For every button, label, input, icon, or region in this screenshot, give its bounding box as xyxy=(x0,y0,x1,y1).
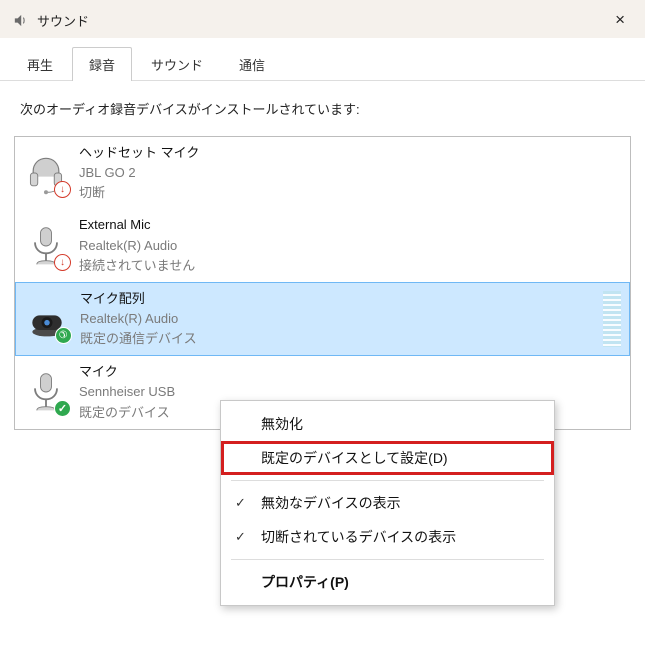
menu-properties[interactable]: プロパティ(P) xyxy=(221,565,554,599)
menu-separator xyxy=(231,480,544,481)
device-text: ヘッドセット マイク JBL GO 2 切断 xyxy=(79,143,620,203)
tab-playback[interactable]: 再生 xyxy=(10,47,70,81)
context-menu: 無効化 既定のデバイスとして設定(D) 無効なデバイスの表示 切断されているデバ… xyxy=(220,400,555,606)
device-row[interactable]: External Mic Realtek(R) Audio 接続されていません xyxy=(15,209,630,281)
prompt-text: 次のオーディオ録音デバイスがインストールされています: xyxy=(14,99,631,118)
tab-sound[interactable]: サウンド xyxy=(134,47,220,81)
titlebar-left: サウンド xyxy=(12,11,89,30)
device-title: マイク xyxy=(79,362,620,382)
device-text: マイク配列 Realtek(R) Audio 既定の通信デバイス xyxy=(80,289,619,349)
device-subtitle: Realtek(R) Audio xyxy=(79,236,620,256)
device-status: 既定の通信デバイス xyxy=(80,329,619,349)
tab-recording[interactable]: 録音 xyxy=(72,47,132,81)
device-status: 切断 xyxy=(79,183,620,203)
status-badge-default xyxy=(54,400,71,417)
tab-strip: 再生 録音 サウンド 通信 xyxy=(0,38,645,81)
window-title: サウンド xyxy=(37,11,89,30)
speaker-icon xyxy=(12,12,29,29)
headset-icon xyxy=(23,150,69,196)
status-badge-disconnected xyxy=(54,181,71,198)
device-row[interactable]: ヘッドセット マイク JBL GO 2 切断 xyxy=(15,137,630,209)
tab-content: 次のオーディオ録音デバイスがインストールされています: ヘッドセット マイク J… xyxy=(0,81,645,444)
device-row-selected[interactable]: マイク配列 Realtek(R) Audio 既定の通信デバイス xyxy=(15,282,630,356)
standmic-icon xyxy=(23,223,69,269)
device-list: ヘッドセット マイク JBL GO 2 切断 External Mic Real… xyxy=(14,136,631,430)
device-subtitle: Realtek(R) Audio xyxy=(80,309,619,329)
menu-set-default[interactable]: 既定のデバイスとして設定(D) xyxy=(221,441,554,475)
menu-disable[interactable]: 無効化 xyxy=(221,407,554,441)
level-meter xyxy=(603,291,621,347)
titlebar: サウンド × xyxy=(0,0,645,38)
device-title: External Mic xyxy=(79,215,620,235)
close-button[interactable]: × xyxy=(609,8,631,32)
menu-separator xyxy=(231,559,544,560)
menu-show-disconnected[interactable]: 切断されているデバイスの表示 xyxy=(221,520,554,554)
device-title: ヘッドセット マイク xyxy=(79,143,620,163)
device-text: External Mic Realtek(R) Audio 接続されていません xyxy=(79,215,620,275)
tab-communication[interactable]: 通信 xyxy=(222,47,282,81)
device-title: マイク配列 xyxy=(80,289,619,309)
menu-show-disabled[interactable]: 無効なデバイスの表示 xyxy=(221,486,554,520)
device-status: 接続されていません xyxy=(79,256,620,276)
status-badge-disconnected xyxy=(54,254,71,271)
status-badge-comm-default xyxy=(55,327,72,344)
standmic-icon xyxy=(23,369,69,415)
webcam-icon xyxy=(24,296,70,342)
device-subtitle: JBL GO 2 xyxy=(79,163,620,183)
